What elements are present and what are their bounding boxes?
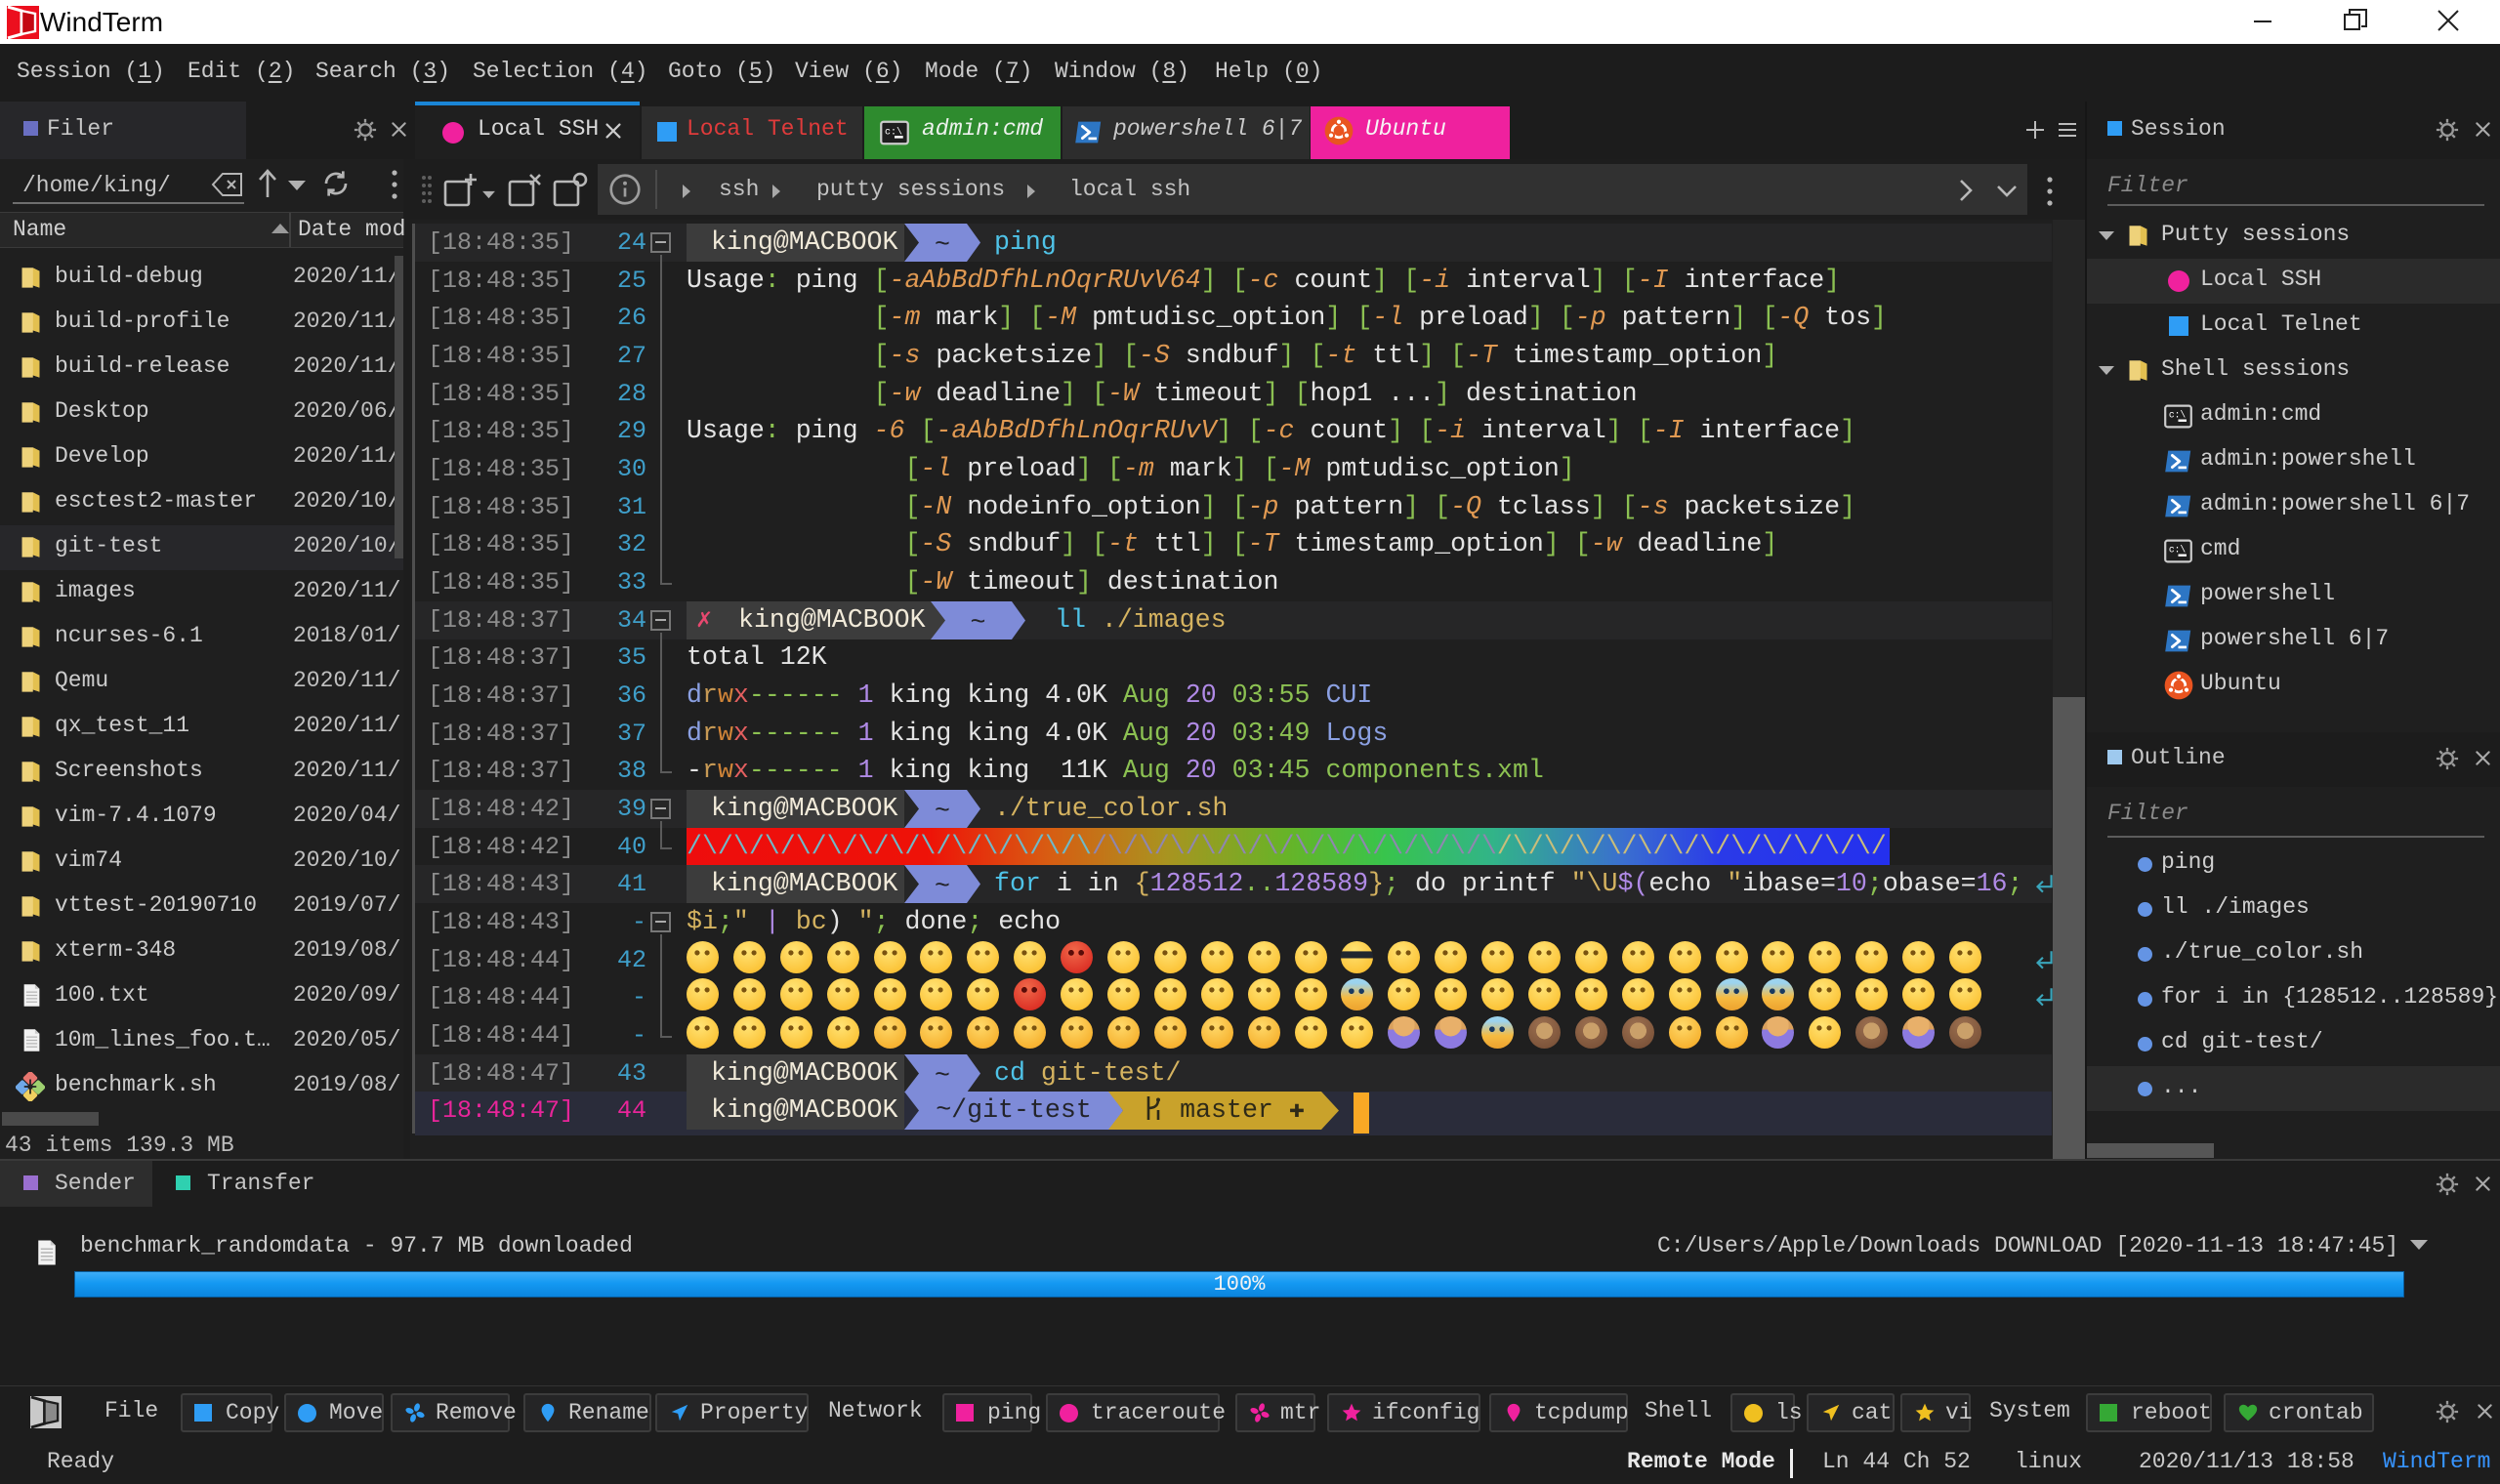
svg-text:c:\: c:\ [2169, 410, 2187, 421]
svg-text:c:\: c:\ [2169, 545, 2187, 556]
